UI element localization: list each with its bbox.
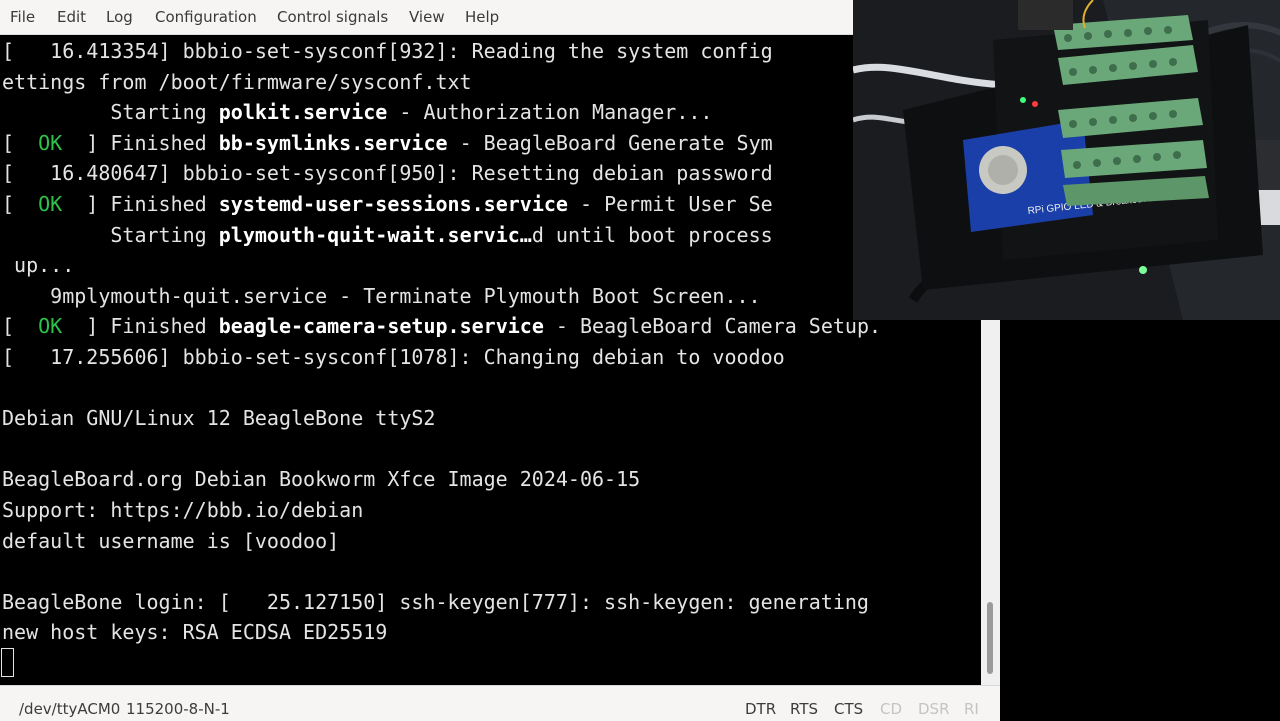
terminal-text: - Authorization Manager... — [387, 100, 713, 125]
terminal-line: ettings from /boot/firmware/sysconf.txt — [2, 67, 472, 97]
signal-ri: RI — [964, 700, 979, 718]
terminal-text: Starting — [2, 222, 219, 247]
terminal-text: ] Finished — [62, 314, 219, 339]
terminal-text: BeagleBoard.org Debian Bookworm Xfce Ima… — [2, 467, 641, 492]
terminal-text: new host keys: RSA ECDSA ED25519 — [2, 620, 388, 645]
terminal-line: Debian GNU/Linux 12 BeagleBone ttyS2 — [2, 403, 435, 433]
terminal-line: [ 16.413354] bbbio-set-sysconf[932]: Rea… — [2, 36, 773, 66]
terminal-text: d until boot process — [531, 222, 773, 247]
status-port: /dev/ttyACM0 — [19, 700, 121, 718]
terminal-text: ] Finished — [62, 192, 219, 216]
scrollbar-thumb[interactable] — [987, 602, 993, 674]
service-name: plymouth-quit-wait.servic… — [218, 222, 532, 247]
ok-status: OK — [38, 192, 63, 216]
terminal-line: [ OK ] Finished bb-symlinks.service - Be… — [2, 128, 773, 158]
service-name: beagle-camera-setup.service — [218, 314, 544, 339]
terminal-text: [ 17.255606] bbbio-set-sysconf[1078]: Ch… — [2, 345, 785, 369]
menu-log[interactable]: Log — [106, 8, 133, 26]
terminal-line: Starting polkit.service - Authorization … — [2, 97, 712, 127]
terminal-text: Debian GNU/Linux 12 BeagleBone ttyS2 — [2, 406, 436, 431]
terminal-text: - Permit User Se — [567, 192, 773, 216]
terminal-line: BeagleBone login: [ 25.127150] ssh-keyge… — [2, 587, 869, 617]
signal-rts: RTS — [790, 700, 819, 718]
terminal-text: BeagleBone login: [ 25.127150] ssh-keyge… — [2, 589, 869, 614]
terminal-cursor — [1, 648, 14, 677]
terminal-line: up... — [2, 250, 74, 280]
terminal-text: - BeagleBoard Generate Sym — [447, 130, 773, 155]
menubar: File Edit Log Configuration Control sign… — [0, 0, 1000, 35]
menu-configuration[interactable]: Configuration — [155, 8, 257, 26]
terminal-text: [ — [2, 130, 39, 155]
serial-terminal-window: File Edit Log Configuration Control sign… — [0, 0, 1000, 721]
signal-dtr: DTR — [745, 700, 777, 718]
terminal-text: 9mplymouth-quit.service - Terminate Plym… — [2, 283, 761, 308]
terminal-text: [ — [2, 192, 39, 216]
terminal-text: ettings from /boot/firmware/sysconf.txt — [2, 69, 472, 94]
terminal-line: Support: https://bbb.io/debian — [2, 495, 363, 525]
menu-file[interactable]: File — [10, 8, 35, 26]
terminal-text: default username is [voodoo] — [2, 528, 340, 553]
terminal-output[interactable]: [ 16.413354] bbbio-set-sysconf[932]: Rea… — [0, 35, 981, 685]
terminal-text: [ — [2, 314, 39, 339]
menu-view[interactable]: View — [409, 8, 445, 26]
terminal-text: Support: https://bbb.io/debian — [2, 498, 364, 522]
terminal-text: [ 16.413354] bbbio-set-sysconf[932]: Rea… — [2, 39, 773, 63]
terminal-line: [ 16.480647] bbbio-set-sysconf[950]: Res… — [2, 158, 773, 188]
service-name: polkit.service — [218, 100, 388, 125]
ok-status: OK — [38, 130, 63, 155]
terminal-line: [ OK ] Finished systemd-user-sessions.se… — [2, 189, 773, 219]
terminal-line: [ 17.255606] bbbio-set-sysconf[1078]: Ch… — [2, 342, 785, 372]
background-black — [1000, 320, 1280, 720]
menu-help[interactable]: Help — [465, 8, 499, 26]
terminal-line: [ OK ] Finished beagle-camera-setup.serv… — [2, 311, 881, 341]
breakout-board-photo: RPi GPIO LED & Breakout Board — [853, 0, 1280, 320]
status-settings: 115200-8-N-1 — [126, 700, 230, 718]
menu-edit[interactable]: Edit — [57, 8, 86, 26]
signal-cd: CD — [880, 700, 903, 718]
terminal-line: 9mplymouth-quit.service - Terminate Plym… — [2, 281, 761, 311]
camera-overlay: RPi GPIO LED & Breakout Board — [853, 0, 1280, 320]
signal-cts: CTS — [834, 700, 864, 718]
terminal-line: Starting plymouth-quit-wait.servic…d unt… — [2, 220, 773, 250]
terminal-line: new host keys: RSA ECDSA ED25519 — [2, 617, 387, 647]
service-name: systemd-user-sessions.service — [218, 192, 568, 216]
terminal-line: default username is [voodoo] — [2, 526, 339, 556]
menu-control-signals[interactable]: Control signals — [277, 8, 388, 26]
signal-dsr: DSR — [918, 700, 950, 718]
ok-status: OK — [38, 314, 63, 339]
terminal-text: [ 16.480647] bbbio-set-sysconf[950]: Res… — [2, 161, 773, 186]
terminal-line: BeagleBoard.org Debian Bookworm Xfce Ima… — [2, 464, 640, 494]
terminal-text: ] Finished — [62, 130, 219, 155]
terminal-text: - BeagleBoard Camera Setup. — [543, 314, 882, 339]
service-name: bb-symlinks.service — [218, 130, 448, 155]
terminal-text: Starting — [2, 100, 219, 125]
terminal-text: up... — [2, 253, 75, 278]
status-bar: /dev/ttyACM0 115200-8-N-1 DTR RTS CTS CD… — [0, 685, 1000, 721]
